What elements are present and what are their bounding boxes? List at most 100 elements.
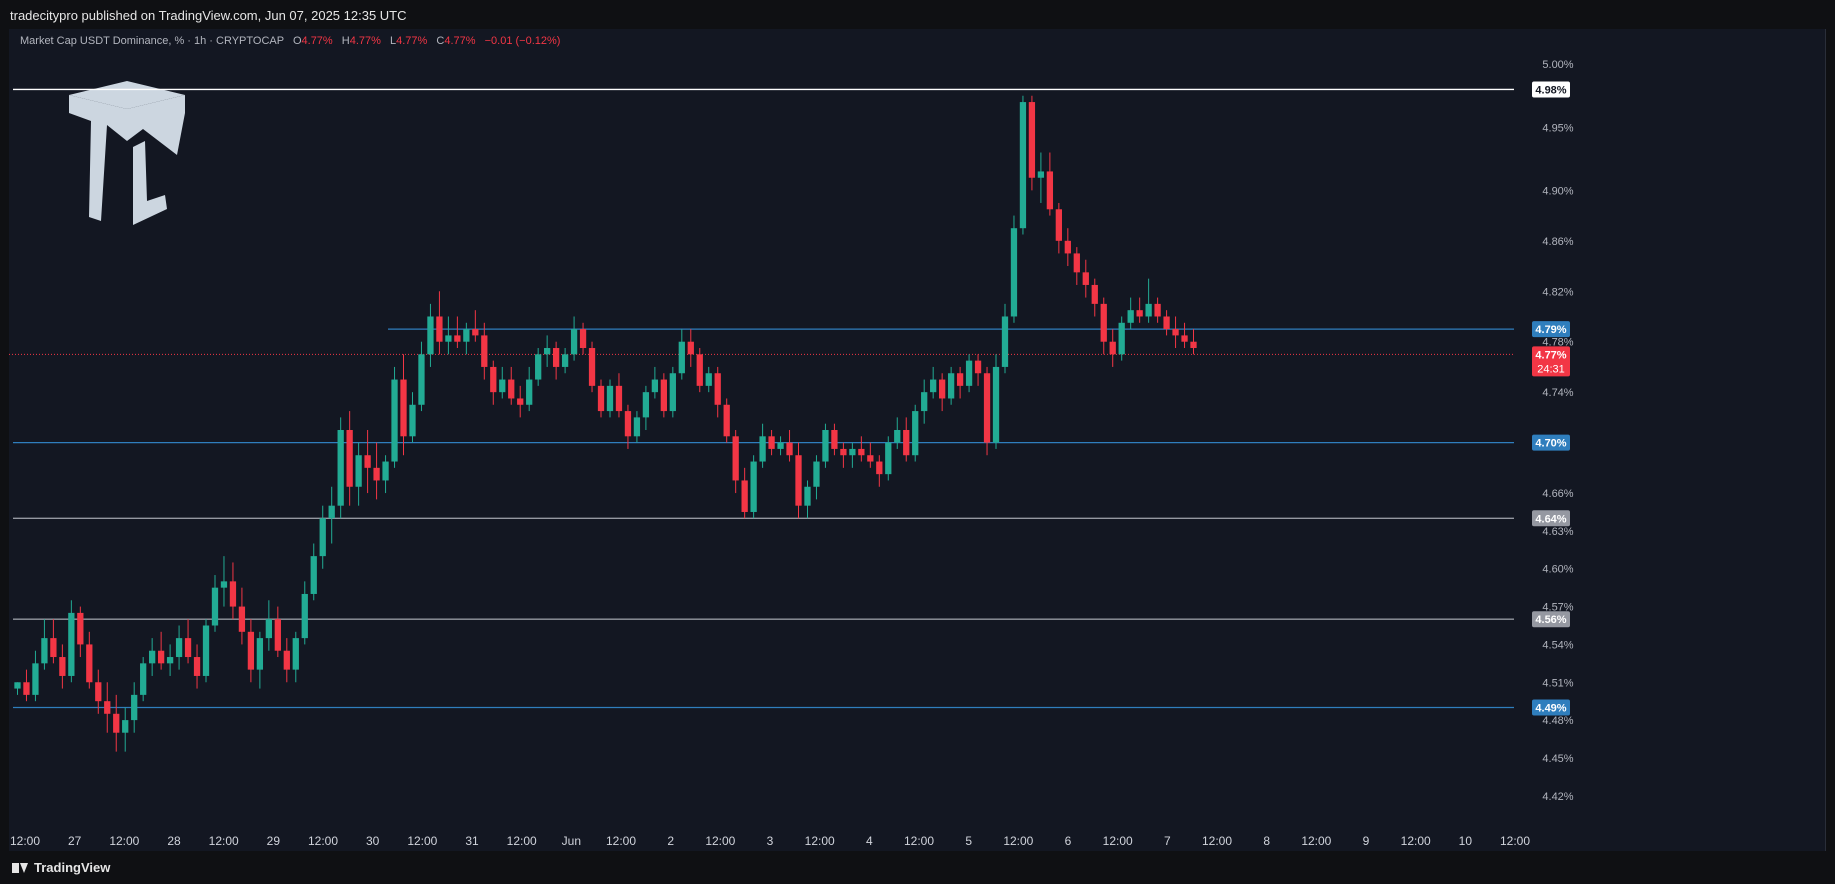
candle-body[interactable] [714, 373, 721, 405]
candle-body[interactable] [588, 348, 596, 386]
candle-body[interactable] [274, 619, 281, 651]
candle-body[interactable] [1055, 209, 1062, 241]
candle-body[interactable] [490, 366, 497, 393]
candle-body[interactable] [1046, 171, 1054, 210]
candle-body[interactable] [481, 335, 488, 367]
candle-body[interactable] [346, 430, 353, 487]
candle-body[interactable] [1118, 322, 1125, 355]
candle-body[interactable] [696, 354, 703, 386]
candle-body[interactable] [328, 505, 335, 519]
candle-body[interactable] [436, 316, 443, 342]
candle-body[interactable] [741, 480, 748, 512]
candle-body[interactable] [247, 631, 255, 670]
candle-body[interactable] [992, 366, 1000, 443]
candle-body[interactable] [912, 411, 919, 456]
candle-body[interactable] [552, 348, 560, 367]
candlestick-chart[interactable]: 5.00%4.95%4.90%4.86%4.82%4.78%4.74%4.66%… [9, 29, 1825, 851]
candle-body[interactable] [669, 373, 676, 412]
candle-body[interactable] [606, 385, 614, 412]
candle-body[interactable] [265, 619, 272, 639]
candle-body[interactable] [472, 329, 479, 336]
candle-body[interactable] [319, 518, 326, 557]
candle-body[interactable] [876, 461, 883, 475]
candle-body[interactable] [1109, 341, 1116, 355]
candle-body[interactable] [813, 461, 820, 487]
candle-body[interactable] [1073, 253, 1080, 273]
candle-body[interactable] [508, 379, 515, 399]
candle-body[interactable] [1163, 316, 1170, 330]
candle-body[interactable] [77, 612, 84, 645]
candle-body[interactable] [678, 341, 685, 374]
candle-body[interactable] [1181, 335, 1188, 342]
candle-body[interactable] [175, 638, 183, 658]
candle-body[interactable] [624, 411, 632, 437]
candle-body[interactable] [1019, 102, 1027, 229]
candle-body[interactable] [409, 404, 416, 437]
candle-body[interactable] [59, 657, 66, 676]
candle-body[interactable] [499, 379, 506, 393]
candle-body[interactable] [633, 417, 641, 437]
candle-body[interactable] [229, 581, 237, 607]
candle-body[interactable] [795, 455, 802, 506]
candle-body[interactable] [140, 663, 147, 695]
candle-body[interactable] [535, 354, 542, 380]
candle-body[interactable] [777, 442, 784, 449]
candle-body[interactable] [1172, 329, 1179, 336]
candle-body[interactable] [921, 392, 928, 412]
candle-body[interactable] [122, 720, 129, 733]
candle-body[interactable] [939, 379, 946, 399]
candle-body[interactable] [301, 593, 308, 639]
candle-body[interactable] [364, 455, 371, 468]
candle-body[interactable] [427, 316, 434, 355]
candle-body[interactable] [1127, 310, 1134, 323]
candle-body[interactable] [804, 486, 811, 506]
candle-body[interactable] [418, 354, 425, 405]
candle-body[interactable] [1010, 228, 1018, 317]
candle-body[interactable] [113, 713, 120, 733]
candle-body[interactable] [561, 354, 569, 367]
candle-body[interactable] [526, 379, 533, 405]
candle-body[interactable] [1145, 303, 1152, 317]
candle-body[interactable] [1001, 316, 1009, 367]
candle-body[interactable] [759, 436, 766, 462]
candle-body[interactable] [292, 638, 299, 670]
candle-body[interactable] [786, 442, 793, 456]
candle-body[interactable] [867, 455, 874, 462]
candle-body[interactable] [517, 398, 524, 405]
candle-body[interactable] [1136, 310, 1143, 317]
candle-body[interactable] [965, 360, 973, 386]
candle-body[interactable] [822, 430, 829, 462]
candle-body[interactable] [202, 625, 210, 676]
candle-body[interactable] [41, 638, 48, 664]
candle-body[interactable] [400, 379, 407, 437]
candle-body[interactable] [184, 638, 192, 658]
candle-body[interactable] [454, 335, 461, 342]
candle-body[interactable] [660, 379, 667, 412]
candle-body[interactable] [463, 329, 470, 342]
candle-body[interactable] [1082, 272, 1089, 285]
candle-body[interactable] [687, 341, 694, 355]
candle-body[interactable] [732, 436, 739, 481]
candle-body[interactable] [391, 379, 398, 462]
candle-body[interactable] [238, 606, 246, 632]
candle-body[interactable] [373, 467, 380, 481]
candle-body[interactable] [149, 650, 156, 664]
candle-body[interactable] [903, 430, 910, 456]
candle-body[interactable] [597, 385, 605, 412]
candle-body[interactable] [283, 650, 290, 670]
candle-body[interactable] [211, 587, 219, 626]
candle-body[interactable] [1190, 341, 1197, 349]
candle-body[interactable] [1100, 303, 1107, 342]
candle-body[interactable] [570, 329, 578, 355]
candle-body[interactable] [104, 701, 111, 714]
candle-body[interactable] [544, 348, 551, 355]
candle-body[interactable] [705, 373, 712, 386]
candle-body[interactable] [723, 404, 730, 437]
candle-body[interactable] [974, 360, 982, 374]
candle-body[interactable] [579, 329, 587, 349]
candle-body[interactable] [382, 461, 389, 481]
candle-body[interactable] [220, 581, 228, 588]
candle-body[interactable] [32, 663, 39, 695]
candle-body[interactable] [1154, 303, 1161, 317]
candle-body[interactable] [1037, 171, 1045, 178]
